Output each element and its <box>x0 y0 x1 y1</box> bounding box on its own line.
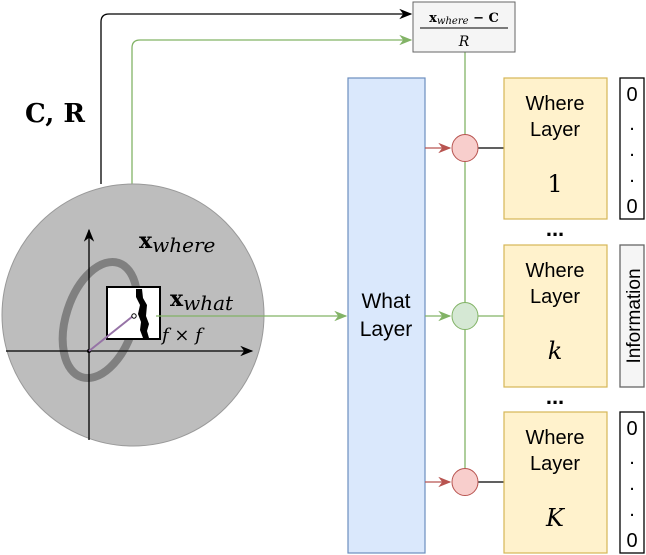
gate-1-inactive <box>451 134 479 162</box>
svg-text:K: K <box>545 504 566 532</box>
svg-text:0: 0 <box>626 84 637 106</box>
center-radius-label: C, R <box>25 99 85 129</box>
where-layer-K: Where Layer K <box>503 411 608 554</box>
gate-K-inactive <box>451 468 479 496</box>
svg-text:Where: Where <box>526 93 585 115</box>
ellipsis-1: ... <box>546 216 564 241</box>
svg-text:Information: Information <box>624 268 645 363</box>
svg-text:Layer: Layer <box>360 318 413 341</box>
output-k-information: Information <box>619 244 645 388</box>
diagram: C, R xwhere xwhat f × f xwhere − C R Wha… <box>1 1 645 554</box>
x-where-label: xwhere <box>139 228 215 257</box>
what-layer: What Layer <box>347 77 426 554</box>
svg-text:1: 1 <box>547 170 562 198</box>
svg-text:.: . <box>629 165 635 187</box>
svg-text:Where: Where <box>526 427 585 449</box>
output-1-zeros: 0 . . . 0 <box>619 77 645 220</box>
svg-text:k: k <box>548 337 563 365</box>
svg-text:Layer: Layer <box>530 119 580 141</box>
where-layer-k: Where Layer k <box>503 244 608 388</box>
gate-k-active <box>451 302 479 330</box>
svg-text:.: . <box>629 139 635 161</box>
svg-text:0: 0 <box>626 418 637 440</box>
svg-text:.: . <box>629 499 635 521</box>
svg-text:What: What <box>361 290 410 313</box>
output-K-zeros: 0 . . . 0 <box>619 411 645 554</box>
svg-text:R: R <box>458 34 470 50</box>
svg-text:.: . <box>629 473 635 495</box>
normalization-box: xwhere − C R <box>412 1 516 53</box>
patch-size-label: f × f <box>160 325 205 346</box>
svg-text:0: 0 <box>626 530 637 552</box>
svg-text:.: . <box>629 447 635 469</box>
ellipsis-2: ... <box>546 384 564 409</box>
x-what-label: xwhat <box>170 286 234 315</box>
where-layer-1: Where Layer 1 <box>503 77 608 220</box>
svg-text:Where: Where <box>526 260 585 282</box>
svg-text:.: . <box>629 113 635 135</box>
svg-text:Layer: Layer <box>530 286 580 308</box>
svg-text:Layer: Layer <box>530 453 580 475</box>
svg-text:0: 0 <box>626 196 637 218</box>
